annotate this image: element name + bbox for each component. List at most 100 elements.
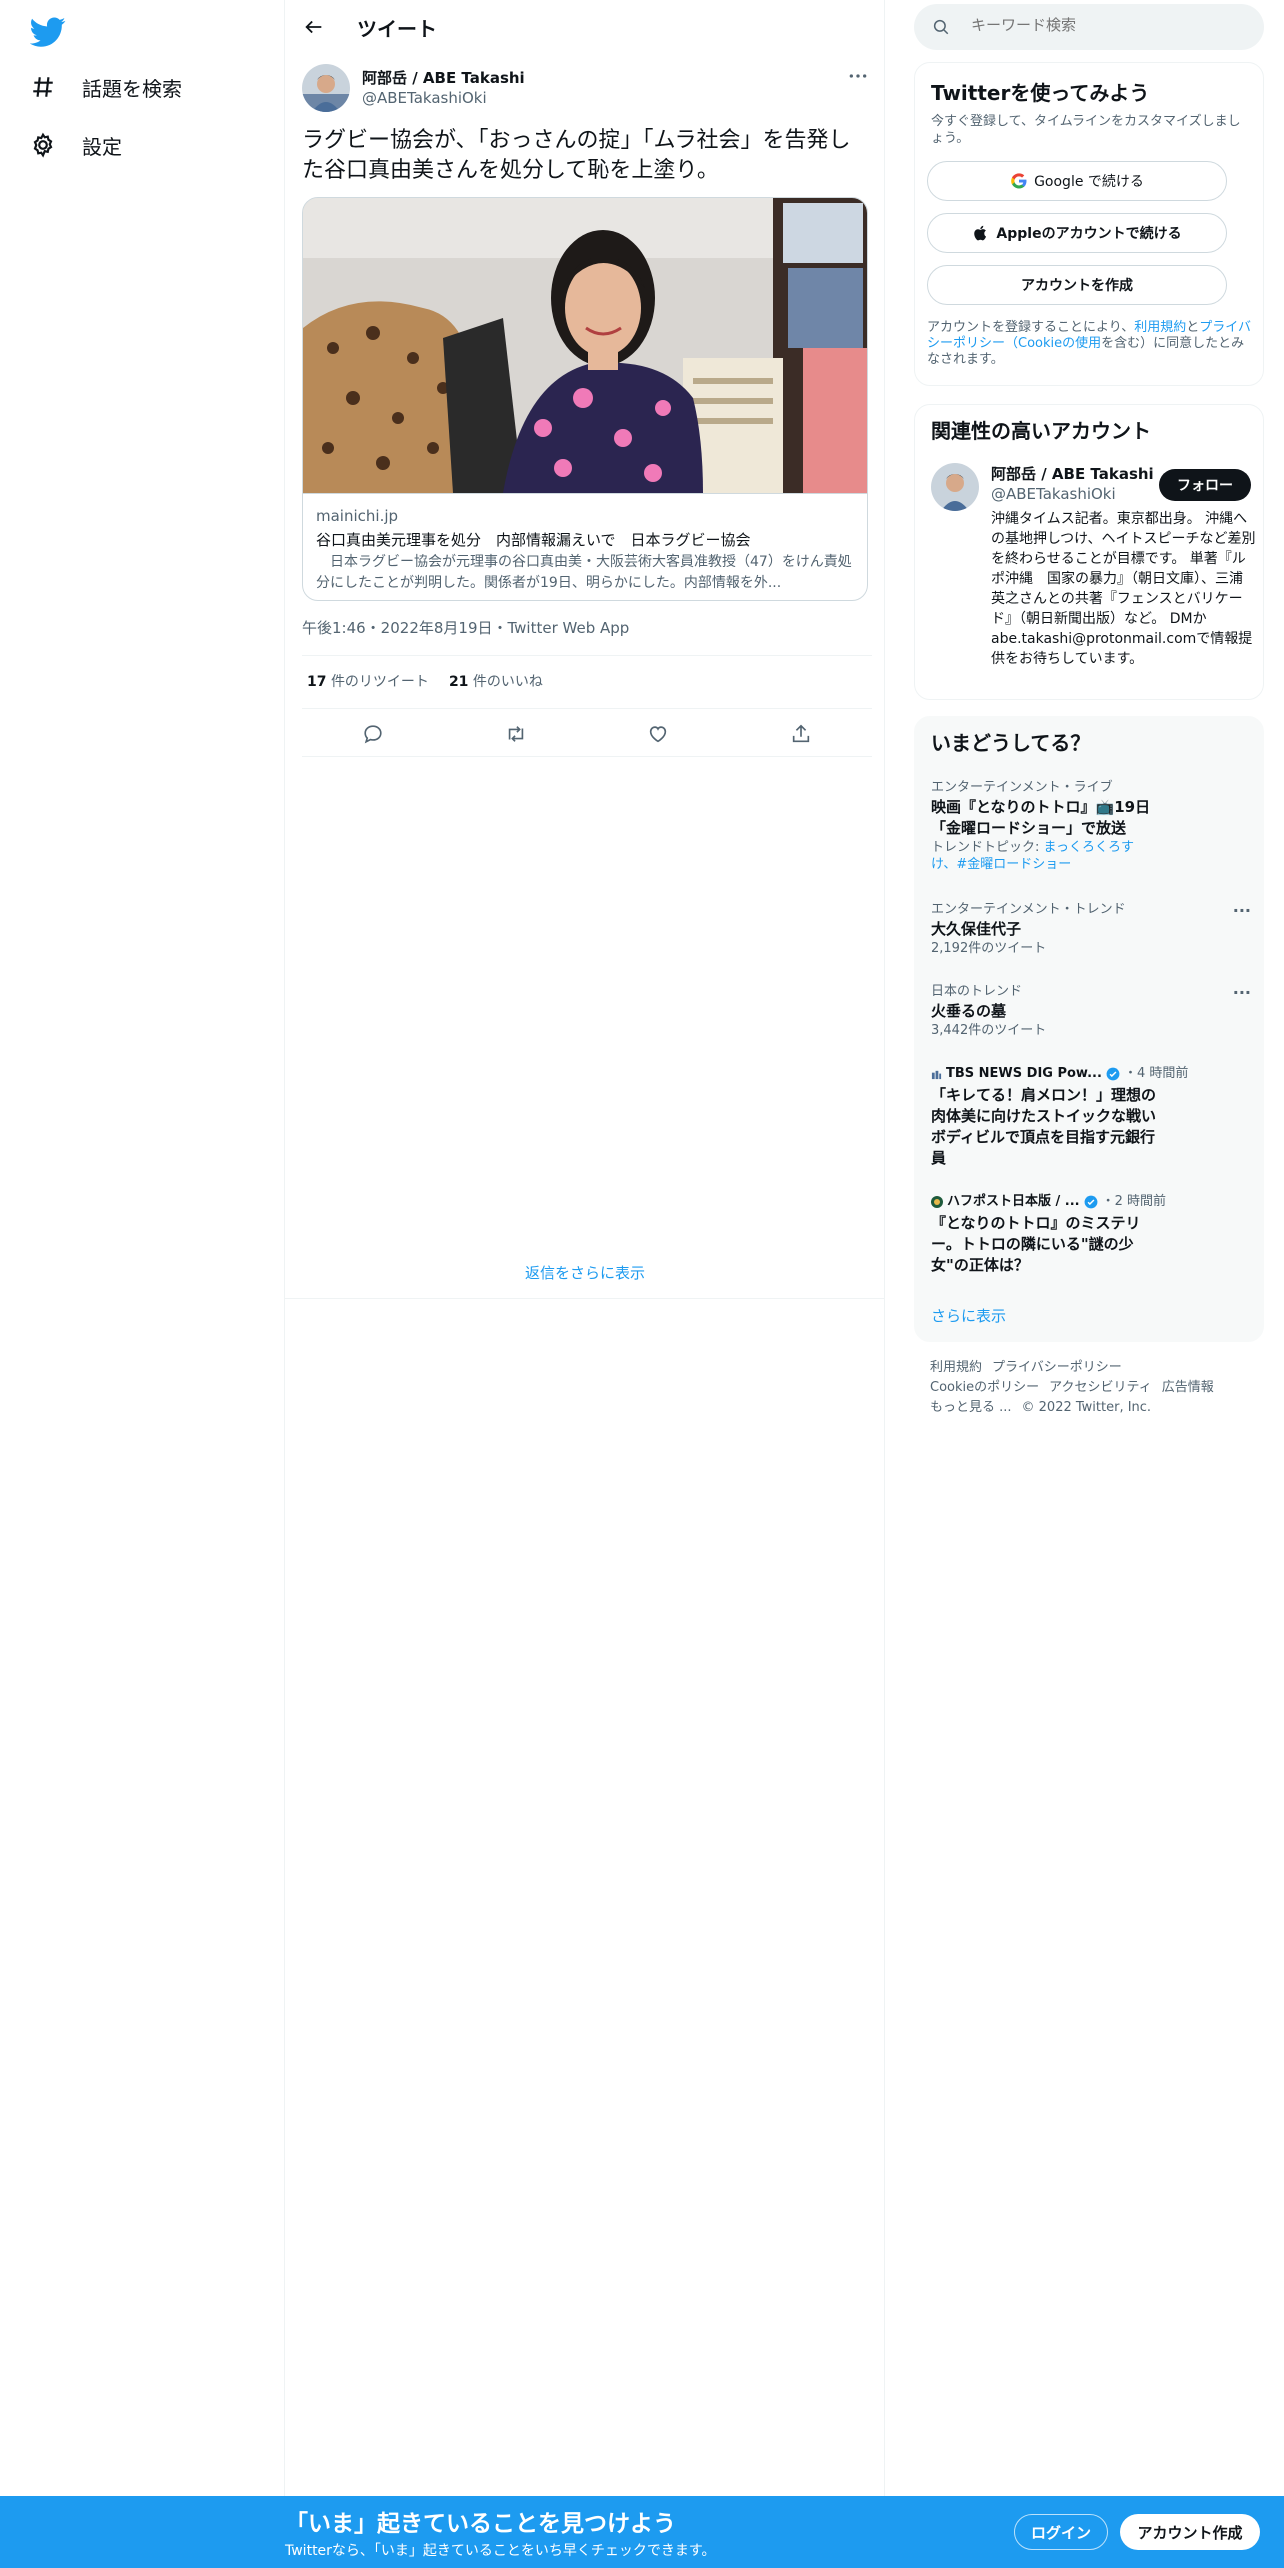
footer-more-link[interactable]: もっと見る ... [930,1400,1012,1415]
legal-and: と [1186,320,1200,335]
page-title: ツイート [357,17,437,41]
card-body: mainichi.jp 谷口真由美元理事を処分 内部情報漏えいで 日本ラグビー協… [303,493,867,600]
card-description: 日本ラグビー協会が元理事の谷口真由美・大阪芸術大客員准教授（47）をけん責処分に… [316,554,852,591]
news-title: 「キレてる！肩メロン！」理想の肉体美に向けたストイックな戦いボディビルで頂点を目… [931,1086,1157,1167]
signup-subtitle: 今すぐ登録して、タイムラインをカスタマイズしましょう。 [931,114,1241,146]
bottom-signup-bar: 「いま」起きていることを見つけよう Twitterなら、「いま」起きていることを… [0,2496,1284,2568]
trend-topic-link[interactable]: #金曜ロードショー [956,857,1071,872]
news-source: ハフポスト日本版 / ... ・2 時間前 [931,1193,1251,1211]
like-count: 21 [448,674,469,690]
retweet-count: 17 [307,674,327,690]
signup-button[interactable]: アカウント作成 [1120,2514,1260,2550]
create-account-button[interactable]: アカウントを作成 [927,265,1227,305]
retweet-stat[interactable]: 17 件のリツイート [307,671,429,691]
trend-item[interactable]: ··· エンターテインメント・トレンド 大久保佳代子 2,192件のツイート [931,901,1251,957]
news-source-name: ハフポスト日本版 / ... [947,1194,1080,1209]
related-accounts-panel: 関連性の高いアカウント 阿部岳 / ABE Takashi @ABETakash… [914,404,1264,700]
trend-more-button[interactable]: ··· [1233,901,1251,920]
main-header: ツイート [285,0,885,54]
trend-item[interactable]: エンターテインメント・ライブ 映画『となりのトトロ』📺19日 「金曜ロードショー… [931,779,1251,873]
footer: 利用規約 プライバシーポリシー Cookieのポリシー アクセシビリティ 広告情報 も… [930,1358,1250,1418]
share-icon [792,724,809,743]
search-icon [933,19,949,35]
footer-copyright: © 2022 Twitter, Inc. [1021,1400,1152,1415]
news-time: ・4 時間前 [1123,1066,1189,1081]
tweet-text: ラグビー協会が、「おっさんの掟」「ムラ社会」を告発した谷口真由美さんを処分して恥… [302,128,851,183]
trend-meta: 3,442件のツイート [931,1023,1047,1038]
retweet-icon [508,726,523,742]
retweet-button[interactable] [498,716,534,752]
bottom-bar-title: 「いま」起きていることを見つけよう [285,2511,676,2537]
footer-ads-link[interactable]: 広告情報 [1162,1380,1214,1395]
twitter-logo-icon[interactable] [29,14,66,50]
reply-button[interactable] [355,716,391,752]
google-signin-button[interactable]: Google で続ける [927,161,1227,201]
search-input[interactable] [971,16,1241,34]
author-avatar[interactable] [302,64,350,112]
link-card[interactable]: mainichi.jp 谷口真由美元理事を処分 内部情報漏えいで 日本ラグビー協… [302,197,868,601]
trend-topics-prefix: トレンドトピック: [931,840,1044,855]
follow-button[interactable]: フォロー [1159,469,1251,501]
trend-more-button[interactable]: ··· [1233,983,1251,1002]
trend-name: 大久保佳代子 [931,920,1022,938]
terms-link[interactable]: 利用規約 [1134,320,1186,335]
like-stat[interactable]: 21 件のいいね [449,671,543,691]
nav-explore[interactable]: 話題を検索 [30,62,182,112]
tweet-actions [302,712,872,756]
related-name[interactable]: 阿部岳 / ABE Takashi [991,463,1154,484]
footer-accessibility-link[interactable]: アクセシビリティ [1049,1380,1152,1395]
more-options-button[interactable] [843,66,873,86]
show-more-replies-link[interactable]: 返信をさらに表示 [285,1262,885,1283]
main-column: ツイート 阿部岳 / ABE Takashi @ABETakashiOki ラグ… [285,0,885,2496]
nav-settings-label: 設定 [82,134,122,159]
apple-signin-label: Appleのアカウントで続ける [996,226,1182,242]
author-name[interactable]: 阿部岳 / ABE Takashi [362,67,525,88]
bottom-bar-subtitle: Twitterなら、「いま」起きていることをいち早くチェックできます。 [285,2543,716,2559]
retweet-stat-label: 件のリツイート [330,674,429,690]
news-source-icon [931,1070,942,1079]
footer-cookie-link[interactable]: Cookieのポリシー [930,1380,1039,1395]
google-icon [1011,173,1027,189]
author-handle[interactable]: @ABETakashiOki [362,89,487,107]
related-title: 関連性の高いアカウント [931,419,1151,443]
divider [285,1298,885,1299]
trends-panel: いまどうしてる？ エンターテインメント・ライブ 映画『となりのトトロ』📺19日 … [914,716,1264,1342]
related-avatar[interactable] [931,463,979,511]
related-handle[interactable]: @ABETakashiOki [991,485,1116,503]
card-title: 谷口真由美元理事を処分 内部情報漏えいで 日本ラグビー協会 [316,531,751,549]
like-button[interactable] [640,716,676,752]
tweet-timestamp[interactable]: 午後1:46・2022年8月19日・Twitter Web App [302,617,629,638]
trend-item[interactable]: ··· 日本のトレンド 火垂るの墓 3,442件のツイート [931,983,1251,1039]
card-image [303,198,867,493]
login-button[interactable]: ログイン [1014,2514,1108,2550]
search-box[interactable] [914,4,1264,50]
signup-title: Twitterを使ってみよう [931,81,1150,105]
divider [302,655,872,656]
footer-privacy-link[interactable]: プライバシーポリシー [992,1360,1122,1375]
reply-icon [364,725,382,744]
news-source: TBS NEWS DIG Pow... ・4 時間前 [931,1065,1251,1083]
news-source-icon [931,1196,943,1208]
divider [302,708,872,709]
trend-meta: 2,192件のツイート [931,941,1047,956]
legal-prefix: アカウントを登録することにより、 [927,320,1135,335]
trend-category: エンターテインメント・トレンド [931,902,1126,917]
arrow-left-icon [305,20,322,34]
share-button[interactable] [783,716,819,752]
back-button[interactable] [299,12,329,42]
trends-show-more-link[interactable]: さらに表示 [931,1305,1006,1326]
nav-explore-label: 話題を検索 [82,76,182,101]
gear-icon [33,132,53,158]
like-stat-label: 件のいいね [472,674,543,690]
trend-name: 火垂るの墓 [931,1002,1007,1020]
news-item[interactable]: ハフポスト日本版 / ... ・2 時間前 『となりのトトロ』のミステリー。トト… [931,1193,1251,1276]
apple-signin-button[interactable]: Appleのアカウントで続ける [927,213,1227,253]
news-title: 『となりのトトロ』のミステリー。トトロの隣にいる"謎の少女"の正体は？ [931,1214,1141,1274]
news-item[interactable]: TBS NEWS DIG Pow... ・4 時間前 「キレてる！肩メロン！」理… [931,1065,1251,1169]
nav-settings[interactable]: 設定 [30,120,122,170]
related-bio: 沖縄タイムス記者。東京都出身。 沖縄への基地押しつけ、ヘイトスピーチなど差別を終… [991,511,1256,667]
footer-terms-link[interactable]: 利用規約 [930,1360,982,1375]
trend-name: 映画『となりのトトロ』📺19日 「金曜ロードショー」で放送 [931,797,1251,839]
trend-topics: トレンドトピック: まっくろくろすけ、#金曜ロードショー [931,839,1141,873]
news-source-name: TBS NEWS DIG Pow... [946,1066,1102,1081]
